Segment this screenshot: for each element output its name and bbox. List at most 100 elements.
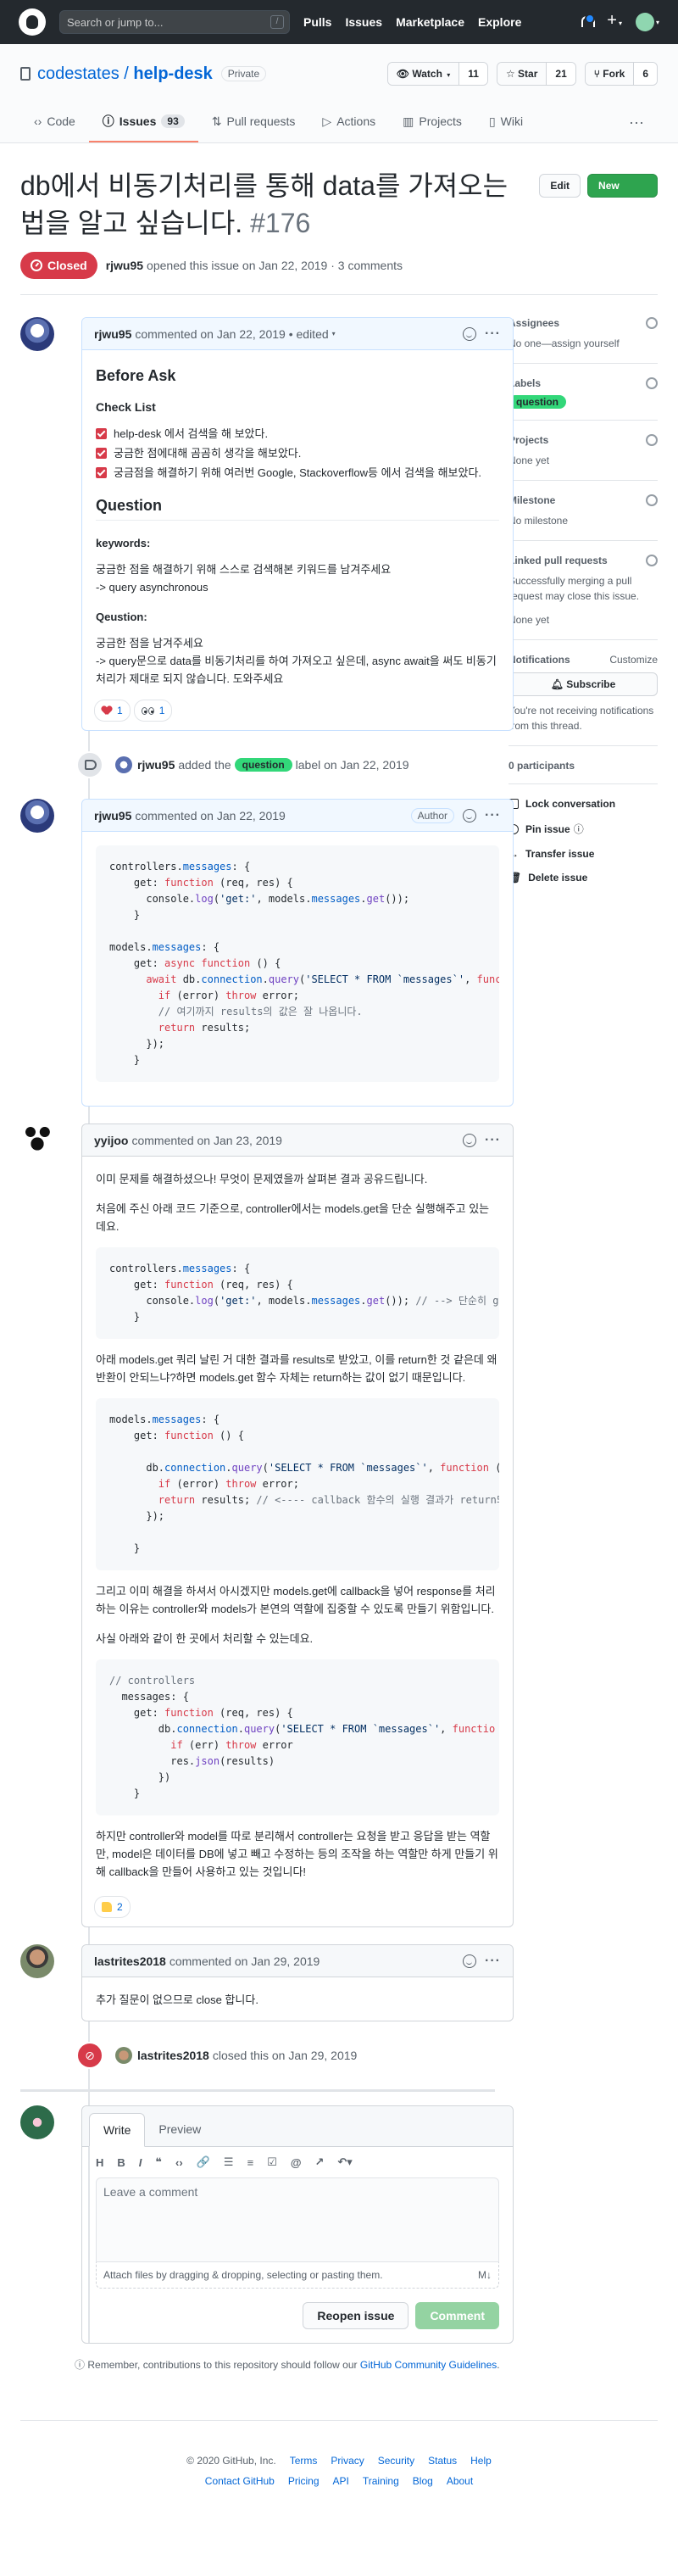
delete-issue-button[interactable]: 🗑︎ Delete issue [508, 872, 658, 884]
reply-icon[interactable]: ↶▾ [337, 2155, 352, 2169]
more-icon[interactable]: ··· [485, 326, 501, 342]
watch-count[interactable]: 11 [459, 63, 487, 85]
guidelines-link[interactable]: GitHub Community Guidelines [360, 2359, 497, 2371]
new-issue-button[interactable]: New issue [587, 174, 658, 214]
fork-button[interactable]: ⑂ Fork 6 [584, 62, 658, 86]
reaction-icon[interactable] [463, 1954, 477, 1968]
gear-icon[interactable] [646, 434, 658, 446]
pin-issue-button[interactable]: Pin issue ⓘ [508, 822, 658, 836]
label-question[interactable]: question [234, 758, 292, 772]
sidebar-heading[interactable]: Assignees [508, 317, 559, 329]
footer-link[interactable]: Privacy [331, 2455, 364, 2467]
event-author[interactable]: lastrites2018 [137, 2049, 209, 2062]
transfer-issue-button[interactable]: → Transfer issue [508, 848, 658, 860]
italic-icon[interactable]: I [139, 2156, 142, 2169]
nav-marketplace[interactable]: Marketplace [396, 15, 464, 29]
bell-icon[interactable] [580, 14, 596, 29]
sidebar-heading[interactable]: Linked pull requests [508, 555, 608, 566]
tab-pull-requests[interactable]: ⇅ Pull requests [198, 102, 309, 142]
avatar[interactable] [115, 756, 132, 773]
assignees-value[interactable]: No one—assign yourself [508, 336, 658, 351]
tab-preview[interactable]: Preview [145, 2113, 214, 2146]
comment-textarea[interactable]: Leave a comment [96, 2177, 499, 2262]
avatar[interactable] [115, 2047, 132, 2064]
watch-button[interactable]: 👁 Watch ▾ 11 [386, 62, 488, 86]
more-icon[interactable]: ··· [485, 808, 501, 823]
tab-write[interactable]: Write [89, 2113, 146, 2147]
search-input[interactable]: Search or jump to... / [59, 10, 290, 34]
lock-conversation-button[interactable]: Lock conversation [508, 798, 658, 810]
event-author[interactable]: rjwu95 [137, 758, 175, 772]
linked-text: Successfully merging a pull request may … [508, 575, 640, 602]
gear-icon[interactable] [646, 494, 658, 506]
ordered-list-icon[interactable]: ≡ [247, 2156, 254, 2169]
tab-code[interactable]: ‹› Code [20, 102, 89, 142]
footer-link[interactable]: About [447, 2475, 473, 2487]
more-icon[interactable]: ··· [485, 1133, 501, 1148]
footer-link[interactable]: API [333, 2475, 349, 2487]
task-list-icon[interactable]: ☑ [267, 2155, 277, 2169]
user-menu[interactable]: ▾ [635, 13, 659, 31]
link-icon[interactable]: 🔗 [197, 2155, 210, 2169]
nav-explore[interactable]: Explore [478, 15, 521, 29]
tab-actions[interactable]: ▷ Actions [308, 102, 389, 142]
footer-link[interactable]: Contact GitHub [205, 2475, 275, 2487]
footer-link[interactable]: Terms [290, 2455, 318, 2467]
tab-projects[interactable]: ▥ Projects [389, 102, 475, 142]
sidebar-heading[interactable]: Milestone [508, 494, 555, 506]
avatar[interactable] [20, 1944, 54, 1978]
github-logo-icon[interactable] [19, 8, 46, 36]
reaction-thumbs-up[interactable]: 2 [94, 1896, 131, 1918]
label-question[interactable]: question [508, 395, 566, 409]
comment-author[interactable]: yyijoo [94, 1134, 128, 1147]
customize-link[interactable]: Customize [609, 654, 658, 666]
heading-icon[interactable]: H [96, 2156, 103, 2169]
tab-issues[interactable]: ⓘ Issues 93 [88, 102, 198, 142]
reference-icon[interactable]: ↗ [315, 2155, 325, 2169]
code-icon[interactable]: ‹› [175, 2156, 183, 2169]
footer-link[interactable]: Security [378, 2455, 414, 2467]
quote-icon[interactable]: ❝ [155, 2155, 162, 2169]
star-button[interactable]: ☆ Star 21 [496, 62, 576, 86]
more-icon[interactable]: ··· [485, 1954, 501, 1969]
footer-link[interactable]: Help [470, 2455, 492, 2467]
reaction-heart[interactable]: 1 [94, 700, 131, 722]
attach-files-area[interactable]: Attach files by dragging & dropping, sel… [96, 2262, 499, 2289]
mention-icon[interactable]: @ [291, 2156, 302, 2169]
star-count[interactable]: 21 [547, 63, 575, 85]
avatar[interactable] [20, 317, 54, 351]
reaction-icon[interactable] [463, 326, 477, 341]
footer-link[interactable]: Blog [413, 2475, 433, 2487]
sidebar-heading[interactable]: Projects [508, 434, 548, 446]
nav-pulls[interactable]: Pulls [303, 15, 331, 29]
more-icon[interactable]: ··· [615, 102, 658, 142]
nav-issues[interactable]: Issues [345, 15, 382, 29]
fork-count[interactable]: 6 [634, 63, 657, 85]
repo-owner-link[interactable]: codestates [37, 64, 119, 83]
gear-icon[interactable] [646, 377, 658, 389]
comment-button[interactable]: Comment [415, 2302, 499, 2329]
comment-author[interactable]: rjwu95 [94, 809, 131, 822]
gear-icon[interactable] [646, 555, 658, 566]
avatar[interactable] [20, 2105, 54, 2139]
reaction-icon[interactable] [463, 1133, 477, 1147]
comment-author[interactable]: lastrites2018 [94, 1954, 166, 1968]
issue-author[interactable]: rjwu95 [106, 259, 143, 272]
unordered-list-icon[interactable]: ☰ [224, 2155, 234, 2169]
repo-name-link[interactable]: help-desk [133, 64, 212, 83]
footer-link[interactable]: Pricing [288, 2475, 320, 2487]
reaction-eyes[interactable]: 1 [133, 700, 173, 722]
bold-icon[interactable]: B [117, 2156, 125, 2169]
footer-link[interactable]: Status [428, 2455, 457, 2467]
footer-link[interactable]: Training [363, 2475, 399, 2487]
tab-wiki[interactable]: ▯ Wiki [475, 102, 536, 142]
gear-icon[interactable] [646, 317, 658, 329]
edit-button[interactable]: Edit [539, 174, 581, 198]
reaction-icon[interactable] [463, 808, 477, 822]
reopen-issue-button[interactable]: Reopen issue [303, 2302, 409, 2329]
avatar[interactable] [20, 1124, 54, 1157]
avatar[interactable] [20, 799, 54, 833]
plus-icon[interactable]: + ▾ [607, 12, 622, 31]
comment-author[interactable]: rjwu95 [94, 327, 131, 341]
subscribe-button[interactable]: 🔔︎ Subscribe [508, 672, 658, 696]
